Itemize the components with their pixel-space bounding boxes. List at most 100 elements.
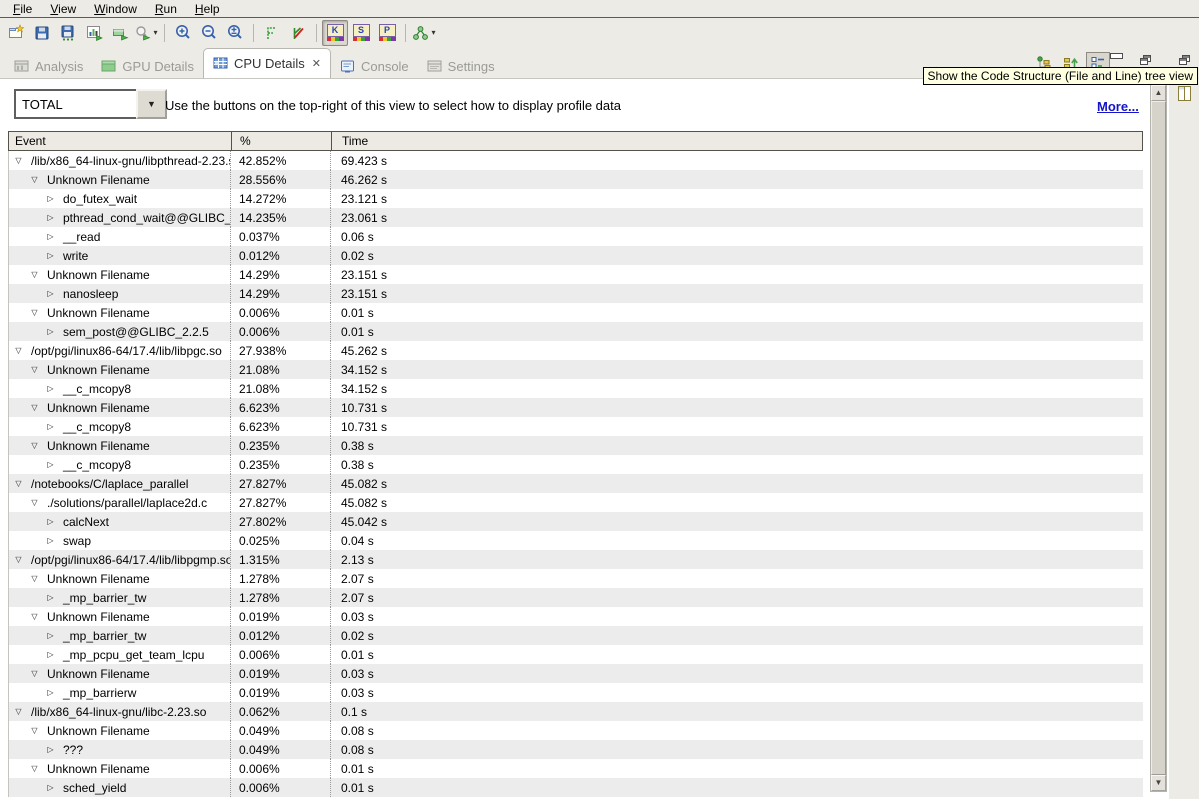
table-row[interactable]: ▷ _mp_barrier_tw 1.278% 2.07 s [9,588,1143,607]
process-color-button[interactable]: P [374,20,400,46]
mark-timeline-button[interactable] [259,20,285,46]
search-profile-button[interactable]: ▾ [133,20,159,46]
table-row[interactable]: ▽ Unknown Filename 14.29% 23.151 s [9,265,1143,284]
table-row[interactable]: ▽ Unknown Filename 0.019% 0.03 s [9,664,1143,683]
tree-toggle-icon[interactable]: ▷ [45,384,56,393]
table-row[interactable]: ▽ Unknown Filename 1.278% 2.07 s [9,569,1143,588]
new-session-button[interactable] [3,20,29,46]
table-row[interactable]: ▽ Unknown Filename 0.049% 0.08 s [9,721,1143,740]
column-header-event[interactable]: Event [9,132,231,150]
tab-cpu-details[interactable]: CPU Details ✕ [203,48,331,78]
tree-toggle-icon[interactable]: ▷ [45,460,56,469]
stream-color-button[interactable]: S [348,20,374,46]
column-header-percent[interactable]: % [231,132,331,150]
profile-application-button[interactable] [81,20,107,46]
tab-analysis[interactable]: Analysis [5,54,92,78]
tree-mode-caret-icon[interactable]: ▾ [431,28,435,37]
tree-toggle-icon[interactable]: ▽ [29,441,40,450]
table-row[interactable]: ▽ /opt/pgi/linux86-64/17.4/lib/libpgmp.s… [9,550,1143,569]
tree-toggle-icon[interactable]: ▽ [13,555,24,564]
menu-view[interactable]: View [41,1,85,17]
table-row[interactable]: ▷ __read 0.037% 0.06 s [9,227,1143,246]
table-row[interactable]: ▷ swap 0.025% 0.04 s [9,531,1143,550]
zoom-fit-button[interactable] [222,20,248,46]
menu-window[interactable]: Window [85,1,146,17]
menu-file[interactable]: File [4,1,41,17]
scrollbar-thumb[interactable] [1151,101,1166,775]
table-row[interactable]: ▽ Unknown Filename 0.019% 0.03 s [9,607,1143,626]
tree-toggle-icon[interactable]: ▷ [45,631,56,640]
table-row[interactable]: ▷ ??? 0.049% 0.08 s [9,740,1143,759]
column-header-time[interactable]: Time [331,132,1142,150]
tree-toggle-icon[interactable]: ▷ [45,232,56,241]
combo-dropdown-button[interactable]: ▼ [136,89,167,119]
tree-toggle-icon[interactable]: ▽ [29,726,40,735]
tree-toggle-icon[interactable]: ▽ [13,346,24,355]
table-row[interactable]: ▷ sched_yield 0.006% 0.01 s [9,778,1143,797]
import-session-button[interactable] [107,20,133,46]
table-row[interactable]: ▷ sem_post@@GLIBC_2.2.5 0.006% 0.01 s [9,322,1143,341]
table-row[interactable]: ▽ Unknown Filename 21.08% 34.152 s [9,360,1143,379]
tree-toggle-icon[interactable]: ▷ [45,422,56,431]
tree-toggle-icon[interactable]: ▽ [29,403,40,412]
table-row[interactable]: ▷ _mp_barrierw 0.019% 0.03 s [9,683,1143,702]
vertical-scrollbar[interactable]: ▲ ▼ [1150,84,1167,792]
table-row[interactable]: ▽ Unknown Filename 0.006% 0.01 s [9,303,1143,322]
tree-toggle-icon[interactable]: ▷ [45,517,56,526]
tree-toggle-icon[interactable]: ▷ [45,650,56,659]
table-row[interactable]: ▷ write 0.012% 0.02 s [9,246,1143,265]
tree-toggle-icon[interactable]: ▷ [45,194,56,203]
tab-gpu-details[interactable]: GPU Details [92,54,203,78]
tree-toggle-icon[interactable]: ▽ [29,764,40,773]
minimized-view-icon[interactable] [1176,85,1193,102]
clear-marks-button[interactable] [285,20,311,46]
tree-toggle-icon[interactable]: ▷ [45,593,56,602]
tree-toggle-icon[interactable]: ▽ [29,574,40,583]
tree-toggle-icon[interactable]: ▽ [29,308,40,317]
tree-toggle-icon[interactable]: ▽ [29,612,40,621]
tab-settings[interactable]: Settings [418,54,504,78]
tree-toggle-icon[interactable]: ▷ [45,783,56,792]
table-row[interactable]: ▷ __c_mcopy8 0.235% 0.38 s [9,455,1143,474]
table-row[interactable]: ▷ nanosleep 14.29% 23.151 s [9,284,1143,303]
save-button[interactable] [29,20,55,46]
table-row[interactable]: ▷ __c_mcopy8 6.623% 10.731 s [9,417,1143,436]
tree-toggle-icon[interactable]: ▽ [29,365,40,374]
close-tab-icon[interactable]: ✕ [312,57,321,70]
scroll-up-button[interactable]: ▲ [1151,85,1166,101]
tree-toggle-icon[interactable]: ▷ [45,289,56,298]
table-row[interactable]: ▽ /opt/pgi/linux86-64/17.4/lib/libpgc.so… [9,341,1143,360]
tree-mode-button[interactable]: ▾ [411,20,437,46]
table-row[interactable]: ▽ Unknown Filename 0.235% 0.38 s [9,436,1143,455]
tree-toggle-icon[interactable]: ▽ [13,156,24,165]
save-as-button[interactable] [55,20,81,46]
table-row[interactable]: ▽ /notebooks/C/laplace_parallel 27.827% … [9,474,1143,493]
table-row[interactable]: ▷ _mp_pcpu_get_team_lcpu 0.006% 0.01 s [9,645,1143,664]
table-row[interactable]: ▷ calcNext 27.802% 45.042 s [9,512,1143,531]
tab-console[interactable]: Console [331,54,418,78]
table-row[interactable]: ▽ /lib/x86_64-linux-gnu/libpthread-2.23.… [9,151,1143,170]
table-row[interactable]: ▷ do_futex_wait 14.272% 23.121 s [9,189,1143,208]
kernel-color-button[interactable]: K [322,20,348,46]
tree-toggle-icon[interactable]: ▷ [45,213,56,222]
tree-toggle-icon[interactable]: ▽ [13,707,24,716]
more-link[interactable]: More... [1097,99,1139,114]
table-row[interactable]: ▷ __c_mcopy8 21.08% 34.152 s [9,379,1143,398]
tree-toggle-icon[interactable]: ▷ [45,536,56,545]
menu-run[interactable]: Run [146,1,186,17]
profile-scope-combo[interactable]: TOTAL ▼ [14,89,167,119]
scroll-down-button[interactable]: ▼ [1151,775,1166,791]
tree-toggle-icon[interactable]: ▽ [29,498,40,507]
table-row[interactable]: ▽ /lib/x86_64-linux-gnu/libc-2.23.so 0.0… [9,702,1143,721]
table-row[interactable]: ▽ ./solutions/parallel/laplace2d.c 27.82… [9,493,1143,512]
table-row[interactable]: ▷ _mp_barrier_tw 0.012% 0.02 s [9,626,1143,645]
zoom-out-button[interactable] [196,20,222,46]
tree-toggle-icon[interactable]: ▷ [45,745,56,754]
tree-toggle-icon[interactable]: ▽ [29,175,40,184]
tree-toggle-icon[interactable]: ▽ [29,669,40,678]
search-dropdown-caret-icon[interactable]: ▾ [153,28,157,37]
tree-toggle-icon[interactable]: ▽ [29,270,40,279]
table-row[interactable]: ▽ Unknown Filename 6.623% 10.731 s [9,398,1143,417]
tree-toggle-icon[interactable]: ▷ [45,688,56,697]
menu-help[interactable]: Help [186,1,229,17]
